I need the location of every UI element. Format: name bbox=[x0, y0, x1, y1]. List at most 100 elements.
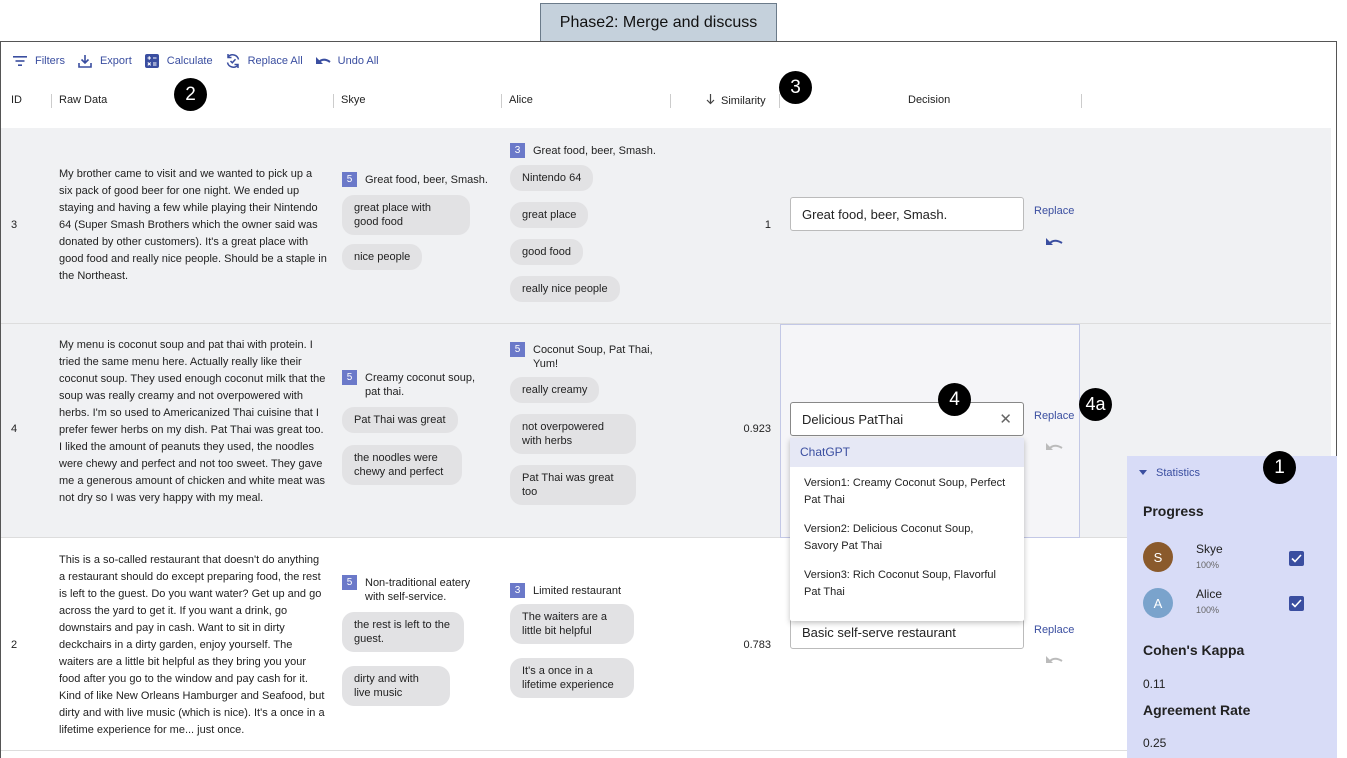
replace-all-label: Replace All bbox=[247, 55, 303, 67]
alice-summary-text: Great food, beer, Smash. bbox=[533, 145, 656, 157]
replace-button[interactable]: Replace bbox=[1034, 624, 1074, 636]
undo-icon[interactable] bbox=[1045, 653, 1063, 665]
alice-code-chip[interactable]: Pat Thai was great too bbox=[510, 465, 636, 505]
dropdown-option[interactable]: Version3: Rich Coconut Soup, Flavorful P… bbox=[790, 567, 1024, 601]
alice-annotation: 5 Coconut Soup, Pat Thai, Yum! really cr… bbox=[510, 342, 660, 505]
column-skye-label: Skye bbox=[341, 94, 366, 106]
count-badge: 5 bbox=[342, 575, 357, 590]
alice-annotation: 3 Limited restaurant The waiters are a l… bbox=[510, 583, 660, 698]
skye-summary-text: Great food, beer, Smash. bbox=[365, 174, 488, 186]
skye-code-chip[interactable]: great place with good food bbox=[342, 195, 470, 235]
table-row[interactable]: 3 My brother came to visit and we wanted… bbox=[1, 128, 1331, 324]
alice-code-chip[interactable]: really creamy bbox=[510, 377, 600, 403]
column-header-decision[interactable]: Decision bbox=[908, 94, 950, 106]
skye-annotation: 5 Creamy coconut soup, pat thai. Pat Tha… bbox=[342, 370, 492, 485]
agreement-heading: Agreement Rate bbox=[1143, 702, 1251, 718]
avatar: A bbox=[1143, 588, 1173, 618]
column-divider[interactable] bbox=[501, 94, 502, 108]
decision-value: Great food, beer, Smash. bbox=[802, 206, 948, 222]
filters-label: Filters bbox=[35, 55, 65, 67]
kappa-heading: Cohen's Kappa bbox=[1143, 642, 1245, 658]
alice-code-chip[interactable]: really nice people bbox=[510, 276, 620, 302]
alice-code-chip[interactable]: It's a once in a lifetime experience bbox=[510, 658, 634, 698]
download-icon bbox=[76, 52, 94, 70]
column-header-raw-data[interactable]: Raw Data bbox=[59, 94, 107, 106]
skye-summary: 5 Creamy coconut soup, pat thai. bbox=[342, 370, 492, 399]
caret-down-icon bbox=[1139, 467, 1147, 479]
avatar: S bbox=[1143, 542, 1173, 572]
skye-annotation: 5 Great food, beer, Smash. great place w… bbox=[342, 172, 492, 270]
skye-summary: 5 Great food, beer, Smash. bbox=[342, 172, 492, 187]
progress-heading: Progress bbox=[1143, 503, 1204, 519]
column-header-id[interactable]: ID bbox=[11, 94, 22, 106]
raw-data-text: My menu is coconut soup and pat thai wit… bbox=[59, 339, 326, 504]
toolbar: Filters Export Calculate Replace All Und… bbox=[11, 52, 390, 70]
phase-banner: Phase2: Merge and discuss bbox=[540, 3, 777, 41]
count-badge: 5 bbox=[510, 342, 525, 357]
similarity-value: 0.923 bbox=[743, 423, 771, 435]
skye-code-chip[interactable]: dirty and with live music bbox=[342, 666, 450, 706]
calculate-label: Calculate bbox=[166, 55, 213, 67]
statistics-toggle[interactable]: Statistics bbox=[1139, 467, 1200, 479]
alice-code-chip[interactable]: great place bbox=[510, 202, 589, 228]
kappa-value: 0.11 bbox=[1143, 677, 1166, 691]
filter-icon bbox=[11, 52, 29, 70]
column-divider[interactable] bbox=[51, 94, 52, 108]
dropdown-option[interactable]: Version2: Delicious Coconut Soup, Savory… bbox=[790, 521, 1024, 555]
export-label: Export bbox=[99, 55, 132, 67]
annotation-marker-1: 1 bbox=[1263, 451, 1296, 484]
calculate-button[interactable]: Calculate bbox=[143, 52, 213, 70]
column-header-skye[interactable]: Skye bbox=[341, 94, 365, 106]
column-divider[interactable] bbox=[1081, 94, 1082, 108]
alice-code-chip[interactable]: good food bbox=[510, 239, 583, 265]
alice-code-chip[interactable]: The waiters are a little bit helpful bbox=[510, 604, 634, 644]
column-divider[interactable] bbox=[670, 94, 671, 108]
dropdown-option[interactable]: Version1: Creamy Coconut Soup, Perfect P… bbox=[790, 475, 1024, 509]
undo-icon[interactable] bbox=[1045, 440, 1063, 452]
count-badge: 5 bbox=[342, 172, 357, 187]
replace-all-button[interactable]: Replace All bbox=[224, 52, 303, 70]
column-header-alice[interactable]: Alice bbox=[509, 94, 533, 106]
undo-all-button[interactable]: Undo All bbox=[314, 52, 379, 70]
skye-code-chip[interactable]: nice people bbox=[342, 244, 423, 270]
raw-data-text: My brother came to visit and we wanted t… bbox=[59, 168, 327, 282]
suggestion-dropdown: ChatGPT Version1: Creamy Coconut Soup, P… bbox=[790, 438, 1024, 621]
clear-icon[interactable]: ✕ bbox=[999, 410, 1012, 428]
filters-button[interactable]: Filters bbox=[11, 52, 65, 70]
annotation-marker-2: 2 bbox=[174, 78, 207, 111]
alice-code-chip[interactable]: Nintendo 64 bbox=[510, 165, 594, 191]
row-id: 3 bbox=[11, 219, 18, 231]
skye-code-chip[interactable]: Pat Thai was great bbox=[342, 407, 458, 433]
similarity-value: 0.783 bbox=[743, 639, 771, 651]
similarity-value: 1 bbox=[764, 219, 771, 231]
column-raw-label: Raw Data bbox=[59, 94, 108, 106]
skye-code-chip[interactable]: the noodles were chewy and perfect bbox=[342, 445, 462, 485]
alice-summary: 3 Great food, beer, Smash. bbox=[510, 143, 660, 158]
alice-code-chip[interactable]: not overpowered with herbs bbox=[510, 414, 636, 454]
column-header-similarity[interactable]: Similarity bbox=[706, 94, 766, 108]
undo-icon[interactable] bbox=[1045, 235, 1063, 247]
undo-all-label: Undo All bbox=[337, 55, 379, 67]
statistics-title: Statistics bbox=[1156, 467, 1201, 479]
decision-value: Basic self-serve restaurant bbox=[802, 624, 956, 640]
checkbox[interactable] bbox=[1289, 596, 1304, 611]
alice-summary-text: Limited restaurant bbox=[533, 585, 622, 597]
column-divider[interactable] bbox=[333, 94, 334, 108]
column-divider[interactable] bbox=[779, 94, 780, 108]
decision-input[interactable]: Great food, beer, Smash. bbox=[790, 197, 1024, 231]
alice-summary: 5 Coconut Soup, Pat Thai, Yum! bbox=[510, 342, 660, 371]
replace-button[interactable]: Replace bbox=[1034, 205, 1074, 217]
export-button[interactable]: Export bbox=[76, 52, 132, 70]
column-alice-label: Alice bbox=[509, 94, 533, 106]
skye-code-chip[interactable]: the rest is left to the guest. bbox=[342, 612, 464, 652]
dropdown-header: ChatGPT bbox=[790, 438, 1024, 467]
skye-summary-text: Creamy coconut soup, pat thai. bbox=[365, 372, 476, 398]
alice-summary-text: Coconut Soup, Pat Thai, Yum! bbox=[533, 344, 653, 370]
annotation-marker-4a: 4a bbox=[1079, 388, 1112, 421]
checkbox[interactable] bbox=[1289, 551, 1304, 566]
skye-summary: 5 Non-traditional eatery with self-servi… bbox=[342, 575, 492, 604]
column-id-label: ID bbox=[11, 94, 22, 106]
decision-input-active[interactable]: Delicious PatThai ✕ bbox=[790, 402, 1024, 436]
replace-button[interactable]: Replace bbox=[1034, 410, 1074, 422]
alice-summary: 3 Limited restaurant bbox=[510, 583, 660, 598]
